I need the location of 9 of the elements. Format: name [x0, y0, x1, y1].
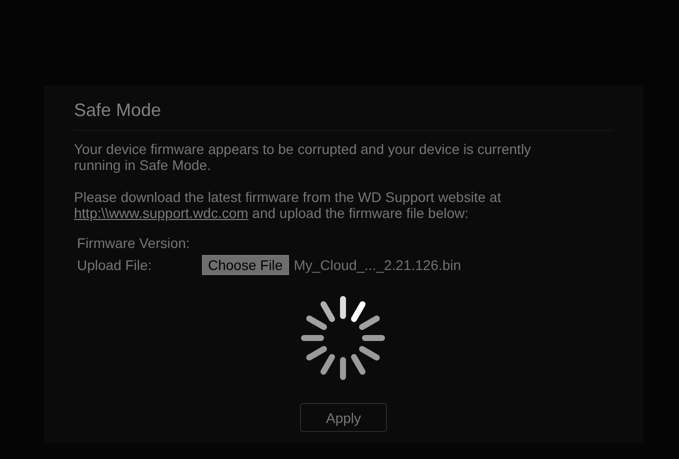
file-name: My_Cloud_..._2.21.126.bin	[294, 256, 462, 272]
field-label: Upload File:	[77, 256, 153, 272]
choose-file-button[interactable]: Choose File	[202, 254, 289, 274]
field-label: Firmware Version:	[77, 234, 191, 250]
apply-button[interactable]: Apply	[300, 403, 387, 432]
support-link[interactable]: http:\\www.support.wdc.com	[74, 205, 248, 221]
dialog-title: Safe Mode	[74, 100, 162, 121]
instructions-text: Please download the latest firmware from the WD Support website at http:\\www.support.wdc.com and upload the firmware file below:	[74, 189, 502, 221]
message-text: Your device firmware appears to be corrupted and your device is currently running in Safe Mode.	[74, 141, 532, 173]
